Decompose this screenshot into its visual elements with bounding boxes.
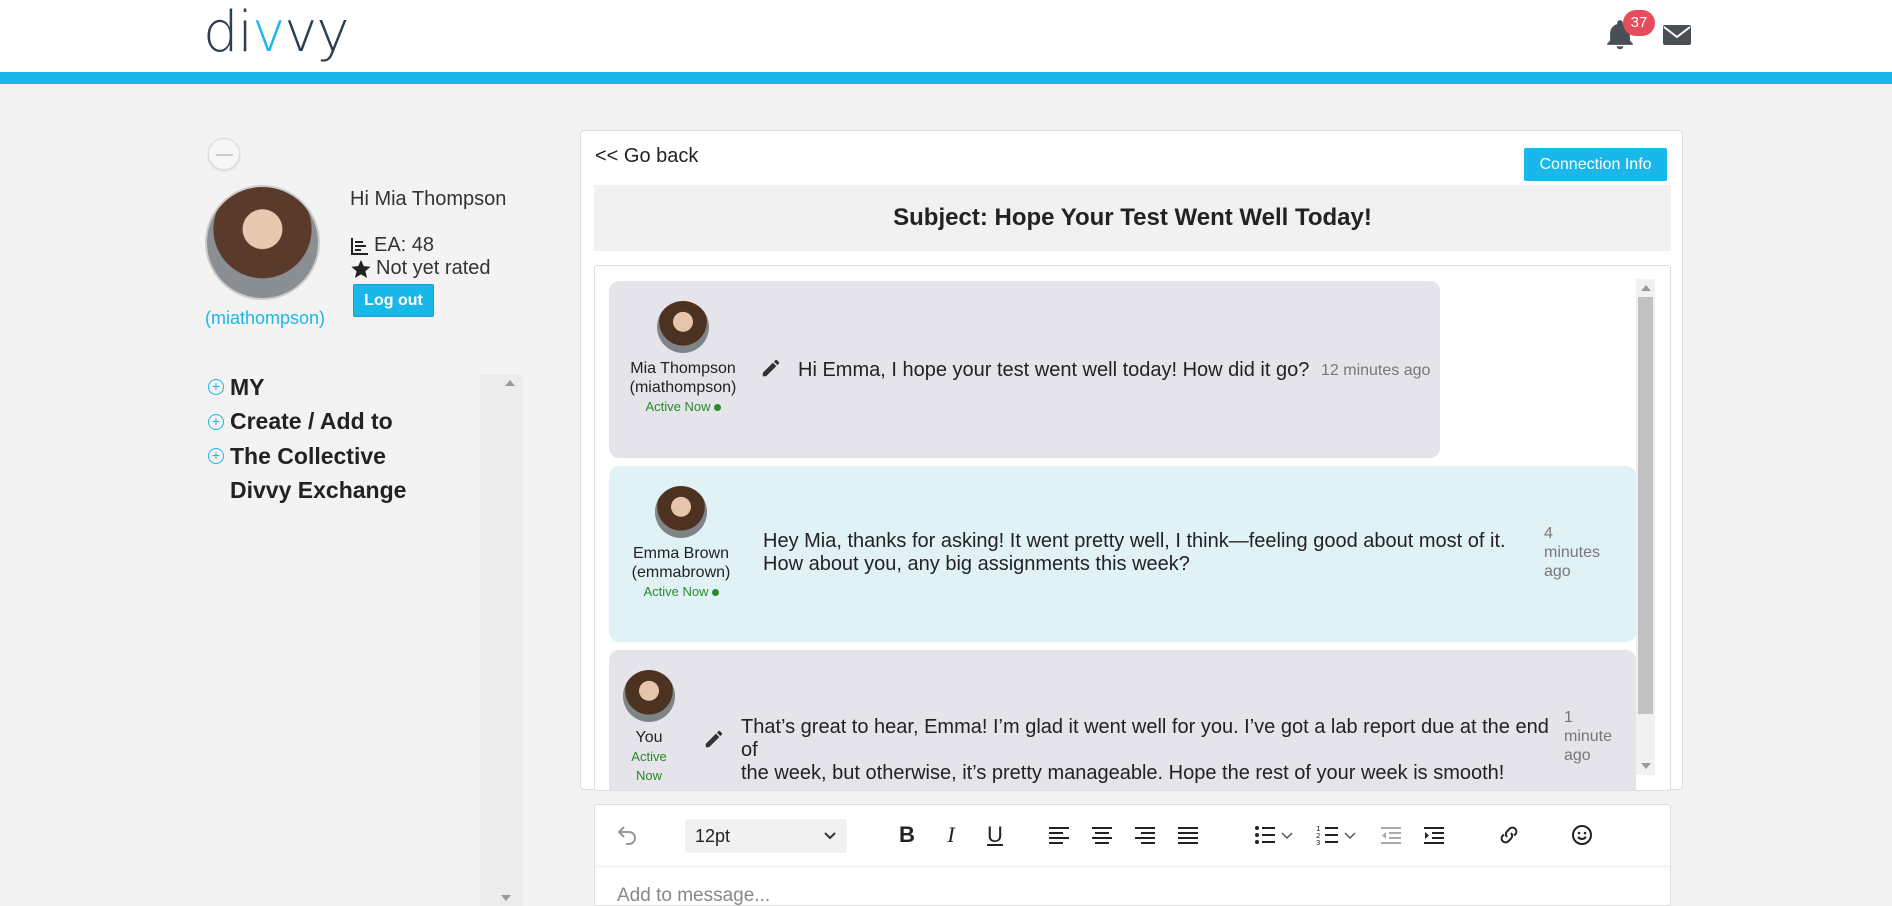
nav-item-my[interactable]: + MY: [208, 370, 483, 405]
notification-badge: 37: [1623, 10, 1655, 36]
message-text: That’s great to hear, Emma! I’m glad it …: [741, 716, 1549, 784]
chevron-down-icon[interactable]: [1280, 823, 1294, 847]
header-accent-stripe: [0, 72, 1892, 84]
divvy-logo[interactable]: divvy: [203, 2, 350, 64]
link-icon[interactable]: [1497, 823, 1521, 847]
sidebar-nav: + MY + Create / Add to + The Collective Div…: [208, 370, 483, 508]
bold-icon[interactable]: B: [895, 823, 919, 847]
connection-info-button[interactable]: Connection Info: [1524, 148, 1667, 181]
emoji-icon[interactable]: [1570, 823, 1594, 847]
online-dot-icon: [713, 404, 721, 412]
message-text: Hi Emma, I hope your test went well toda…: [798, 359, 1310, 381]
sender-status: Active Now: [631, 749, 667, 783]
pencil-icon[interactable]: [760, 357, 782, 379]
thread-scroll-up-icon[interactable]: [1641, 285, 1651, 291]
message-sender: Emma Brown (emmabrown) Active Now: [621, 486, 741, 601]
numbered-list-icon[interactable]: 123: [1316, 823, 1340, 847]
outdent-icon[interactable]: [1379, 823, 1403, 847]
italic-icon[interactable]: I: [939, 823, 963, 847]
envelope-icon[interactable]: [1662, 22, 1692, 48]
sender-handle: (miathompson): [629, 379, 737, 396]
subject-heading: Subject: Hope Your Test Went Well Today!: [594, 185, 1671, 251]
sidebar-scroll-up-icon[interactable]: [505, 380, 515, 386]
bullet-list-icon[interactable]: [1253, 823, 1277, 847]
bar-chart-icon: [351, 237, 368, 255]
align-right-icon[interactable]: [1133, 823, 1157, 847]
profile-greeting: Hi Mia Thompson: [350, 188, 507, 210]
logout-button[interactable]: Log out: [353, 284, 434, 317]
sender-name: You: [635, 729, 663, 746]
sender-status: Active Now: [623, 397, 743, 416]
nav-item-divvy-exchange[interactable]: Divvy Exchange: [208, 474, 483, 509]
chevron-down-icon: [824, 832, 836, 840]
nav-item-the-collective[interactable]: + The Collective: [208, 439, 483, 474]
message-item: You Active Now That’s great to hear, Emma…: [609, 650, 1636, 790]
sidebar-scroll-down-icon[interactable]: [501, 895, 511, 901]
sender-name: Emma Brown: [632, 545, 730, 562]
undo-icon[interactable]: [615, 823, 639, 847]
plus-circle-icon[interactable]: +: [208, 448, 224, 465]
thread-scroll-down-icon[interactable]: [1641, 763, 1651, 769]
message-editor: 12pt B I U 123 Add to message...: [594, 804, 1671, 906]
rating-label: Not yet rated: [376, 257, 491, 279]
thread-scrollbar-thumb[interactable]: [1638, 297, 1653, 714]
sender-handle: (emmabrown): [631, 564, 731, 581]
underline-icon[interactable]: U: [983, 823, 1007, 847]
go-back-link[interactable]: << Go back: [595, 145, 698, 168]
ea-label: EA: 48: [374, 234, 435, 256]
plus-circle-icon[interactable]: +: [208, 379, 224, 396]
sender-avatar: [623, 670, 675, 722]
ea-score: EA: 48: [350, 234, 434, 257]
align-justify-icon[interactable]: [1176, 823, 1200, 847]
sender-status: Active Now: [621, 582, 741, 601]
star-icon: [351, 259, 371, 278]
align-center-icon[interactable]: [1090, 823, 1114, 847]
align-left-icon[interactable]: [1047, 823, 1071, 847]
plus-circle-icon[interactable]: +: [208, 413, 224, 430]
rating: Not yet rated: [350, 257, 491, 280]
message-input[interactable]: Add to message...: [617, 885, 770, 905]
message-item: Emma Brown (emmabrown) Active Now Hey Mi…: [609, 466, 1636, 642]
message-sender: Mia Thompson (miathompson) Active Now: [623, 301, 743, 416]
pencil-icon[interactable]: [703, 728, 725, 750]
indent-icon[interactable]: [1422, 823, 1446, 847]
profile-avatar: [205, 185, 320, 300]
font-size-select[interactable]: 12pt: [685, 819, 847, 853]
collapse-sidebar-button[interactable]: [208, 138, 240, 170]
chevron-down-icon[interactable]: [1343, 823, 1357, 847]
sidebar-scrollbar[interactable]: [480, 375, 522, 906]
sender-name: Mia Thompson: [630, 360, 736, 377]
sender-avatar: [657, 301, 709, 353]
editor-toolbar: 12pt B I U 123: [595, 805, 1670, 865]
top-bar: divvy 37: [0, 0, 1892, 72]
message-item: Mia Thompson (miathompson) Active Now Hi…: [609, 281, 1440, 458]
profile-username[interactable]: (miathompson): [205, 308, 325, 329]
svg-text:3: 3: [1316, 839, 1320, 847]
message-time: 4 minutes ago: [1544, 525, 1601, 580]
nav-item-create-add-to[interactable]: + Create / Add to: [208, 405, 483, 440]
message-text: Hey Mia, thanks for asking! It went pret…: [763, 530, 1506, 575]
online-dot-icon: [711, 589, 719, 597]
message-time: 12 minutes ago: [1321, 362, 1431, 379]
message-sender: You Active Now: [619, 670, 679, 785]
message-thread[interactable]: Mia Thompson (miathompson) Active Now Hi…: [594, 265, 1671, 791]
message-time: 1 minute ago: [1564, 709, 1613, 764]
sender-avatar: [655, 486, 707, 538]
